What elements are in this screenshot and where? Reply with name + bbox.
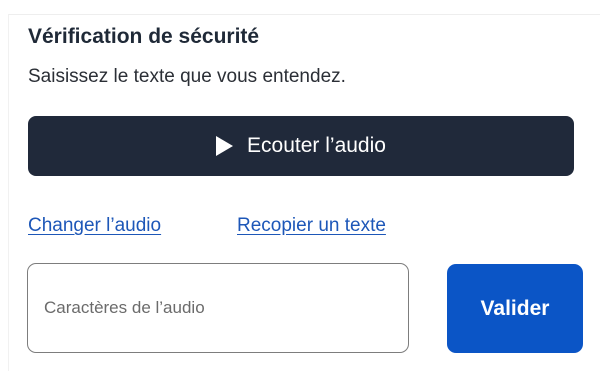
retype-text-link[interactable]: Recopier un texte — [237, 215, 386, 237]
play-icon — [216, 136, 234, 156]
validate-button[interactable]: Valider — [447, 264, 583, 353]
page: Vérification de sécurité Saisissez le te… — [0, 0, 608, 379]
audio-characters-input[interactable] — [27, 263, 409, 353]
panel-title: Vérification de sécurité — [28, 25, 260, 48]
panel-instruction: Saisissez le texte que vous entendez. — [28, 66, 346, 87]
play-audio-button[interactable]: Ecouter l’audio — [28, 116, 574, 176]
play-audio-label: Ecouter l’audio — [247, 134, 386, 157]
change-audio-link[interactable]: Changer l’audio — [28, 215, 161, 237]
